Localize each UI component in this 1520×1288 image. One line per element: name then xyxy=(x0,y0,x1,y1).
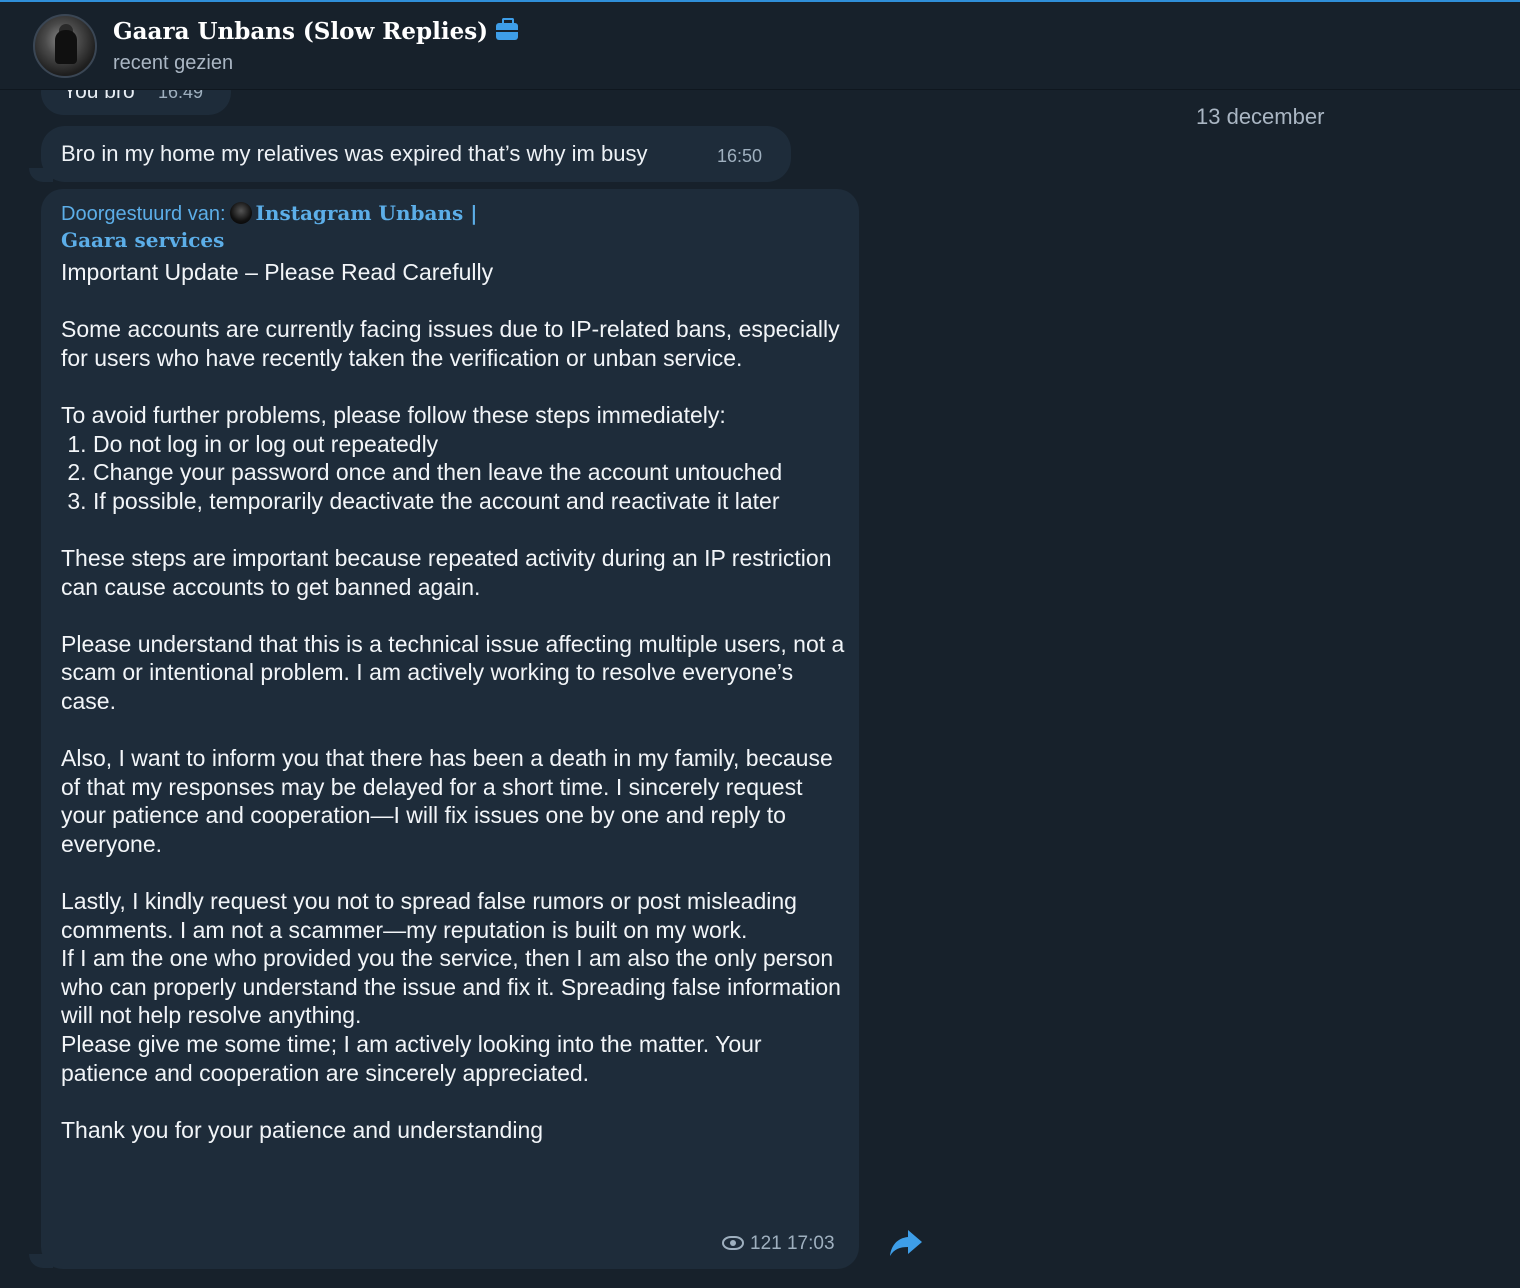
list-item: 1. Do not log in or log out repeatedly xyxy=(61,430,439,457)
source-avatar xyxy=(229,202,252,224)
message-paragraph: Also, I want to inform you that there ha… xyxy=(61,745,840,857)
forwarded-source-name-cont[interactable]: Gaara services xyxy=(61,228,224,252)
message-bubble[interactable]: Bro in my home my relatives was expired … xyxy=(41,126,791,182)
avatar[interactable] xyxy=(33,14,97,78)
message-paragraph: Please give me some time; I am actively … xyxy=(61,1031,768,1086)
list-item: 2. Change your password once and then le… xyxy=(61,459,783,486)
message-text: Bro in my home my relatives was expired … xyxy=(61,141,648,166)
message-paragraph: Please understand that this is a technic… xyxy=(61,630,851,714)
bubble-tail xyxy=(29,168,53,182)
chat-title-text: Gaara Unbans (Slow Replies) xyxy=(113,18,489,45)
chat-title[interactable]: Gaara Unbans (Slow Replies) xyxy=(113,18,519,45)
avatar-figure xyxy=(55,30,77,64)
view-count: 121 xyxy=(750,1233,782,1254)
message-paragraph: Lastly, I kindly request you not to spre… xyxy=(61,888,804,943)
briefcase-icon xyxy=(496,18,519,40)
message-paragraph: If I am the one who provided you the ser… xyxy=(61,945,848,1029)
forwarded-message-bubble[interactable]: Doorgestuurd van: Instagram Unbans | Gaar… xyxy=(41,189,859,1269)
message-body: Important Update – Please Read Carefully… xyxy=(61,258,851,1144)
eye-icon xyxy=(722,1236,744,1250)
date-separator: 13 december xyxy=(1196,104,1325,129)
chat-header[interactable]: Gaara Unbans (Slow Replies) recent gezie… xyxy=(0,2,1520,90)
forwarded-prefix: Doorgestuurd van: xyxy=(61,203,226,225)
message-time: 16:50 xyxy=(717,146,763,166)
message-paragraph: Important Update – Please Read Carefully xyxy=(61,259,494,285)
message-paragraph: These steps are important because repeat… xyxy=(61,544,838,600)
message-paragraph: To avoid further problems, please follow… xyxy=(61,401,726,428)
message-meta: 121 17:03 xyxy=(722,1233,835,1255)
forwarded-source-name[interactable]: Instagram Unbans | xyxy=(256,201,478,225)
message-paragraph: Thank you for your patience and understa… xyxy=(61,1116,544,1143)
share-icon[interactable] xyxy=(888,1226,924,1258)
list-item: 3. If possible, temporarily deactivate t… xyxy=(61,487,780,514)
message-time: 17:03 xyxy=(786,1233,835,1254)
forwarded-header[interactable]: Doorgestuurd van: Instagram Unbans | xyxy=(61,201,477,226)
chat-status: recent gezien xyxy=(113,52,234,74)
bubble-tail xyxy=(29,1254,53,1268)
message-paragraph: Some accounts are currently facing issue… xyxy=(61,316,846,371)
